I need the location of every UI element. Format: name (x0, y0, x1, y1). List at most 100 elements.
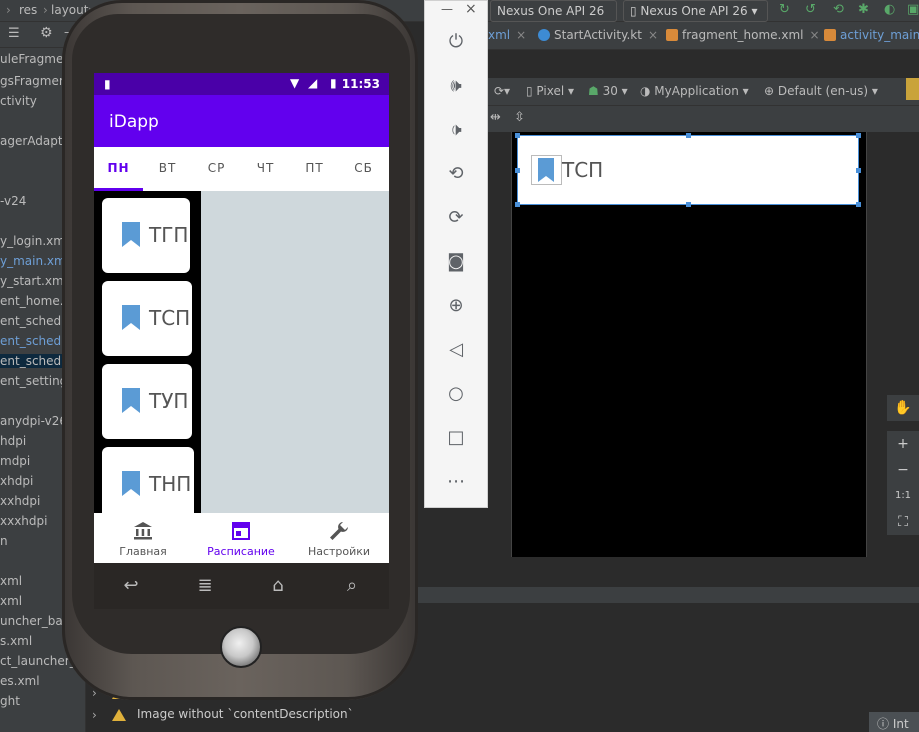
theme-dropdown[interactable]: ◑ MyApplication ▾ (640, 84, 749, 98)
project-tree-item[interactable]: xhdpi (0, 474, 33, 488)
zoom-out-icon[interactable]: − (887, 457, 919, 483)
project-tree-item[interactable]: mdpi (0, 454, 30, 468)
attach-debugger-icon[interactable]: ▣ (907, 2, 919, 17)
rotate-left-icon[interactable]: ⟲ (443, 161, 469, 187)
minimize-icon[interactable]: — (441, 2, 453, 16)
project-tree-item[interactable]: xxhdpi (0, 494, 40, 508)
close-icon[interactable]: × (648, 28, 658, 42)
power-icon[interactable]: ⏻ (443, 29, 469, 55)
project-tree-item[interactable]: xxxhdpi (0, 514, 47, 528)
api-dropdown[interactable]: ☗ 30 ▾ (588, 84, 628, 98)
tab-fragment-home[interactable]: fragment_home.xml × (666, 28, 820, 42)
project-tree-item[interactable]: n (0, 534, 8, 548)
nav-home[interactable]: Главная (94, 513, 192, 563)
rotate-right-icon[interactable]: ⟳ (443, 205, 469, 231)
api-label: 30 (602, 84, 618, 98)
project-tree-item[interactable]: ctivity (0, 94, 37, 108)
zoom-actual-icon[interactable]: 1:1 (887, 483, 919, 509)
project-tree-item[interactable]: hdpi (0, 434, 26, 448)
search-icon[interactable]: ⌕ (337, 575, 367, 596)
design-toolbar: ⟳▾ ▯ Pixel ▾ ☗ 30 ▾ ◑ MyApplication ▾ ⊕ … (488, 78, 919, 106)
menu-icon[interactable]: ≣ (190, 575, 220, 596)
tab-xml[interactable]: xml × (488, 28, 526, 42)
back-icon[interactable]: ↩ (116, 575, 146, 596)
pan-horizontal-icon[interactable]: ⇹ (490, 110, 501, 125)
back-icon[interactable]: ◁ (443, 337, 469, 363)
resize-handle[interactable] (856, 202, 861, 207)
collapse-all-icon[interactable]: ☰ (8, 26, 20, 41)
project-tree-item[interactable]: y_main.xml (0, 254, 69, 268)
device-dropdown[interactable]: ▯ Pixel ▾ (526, 84, 574, 98)
resize-handle[interactable] (686, 202, 691, 207)
project-tree-item[interactable]: xml (0, 594, 22, 608)
project-tree-item[interactable]: uleFragmen (0, 52, 71, 66)
resize-handle[interactable] (515, 202, 520, 207)
tab-sat[interactable]: СБ (339, 161, 388, 175)
resize-handle[interactable] (515, 133, 520, 138)
pan-hand-icon[interactable]: ✋ (887, 395, 919, 421)
project-tree-item[interactable]: -v24 (0, 194, 26, 208)
chevron-right-icon[interactable]: › (92, 708, 97, 722)
locale-dropdown[interactable]: ⊕ Default (en-us) ▾ (764, 84, 878, 98)
nav-settings[interactable]: Настройки (290, 513, 388, 563)
project-tree-item[interactable]: es.xml (0, 674, 40, 688)
profile-icon[interactable]: ◐ (884, 2, 895, 17)
tab-tue[interactable]: ВТ (143, 161, 192, 175)
zoom-fit-icon[interactable]: ⛶ (887, 509, 919, 535)
tab-start-activity[interactable]: StartActivity.kt × (538, 28, 658, 42)
schedule-card[interactable]: ТНП (102, 447, 194, 522)
pan-vertical-icon[interactable]: ⇳ (514, 110, 525, 125)
issue-item[interactable]: Image without `contentDescription` (137, 707, 354, 721)
hardware-home-button[interactable] (220, 626, 262, 668)
tab-activity-main[interactable]: activity_main.xm (824, 28, 919, 42)
warning-badge[interactable] (906, 78, 919, 100)
schedule-card[interactable]: ТСП (102, 281, 192, 356)
gear-icon[interactable]: ⚙ (40, 25, 53, 41)
warning-icon (112, 709, 126, 721)
project-tree-item[interactable]: s.xml (0, 634, 32, 648)
overview-icon[interactable]: □ (443, 425, 469, 451)
resize-handle[interactable] (856, 168, 861, 173)
tab-mon[interactable]: ПН (94, 161, 143, 175)
project-tree-item[interactable]: anydpi-v26 (0, 414, 67, 428)
bookmark-icon (122, 305, 140, 330)
volume-up-icon[interactable]: 🕪 (443, 73, 469, 99)
project-tree-item[interactable]: gsFragment (0, 74, 71, 88)
breadcrumb-res[interactable]: res (19, 3, 37, 17)
close-icon[interactable]: × (465, 1, 477, 17)
tab-wed[interactable]: СР (192, 161, 241, 175)
resize-handle[interactable] (856, 133, 861, 138)
close-icon[interactable]: × (809, 28, 819, 42)
project-tree-item[interactable]: y_login.xml (0, 234, 68, 248)
preview-image-view[interactable] (531, 155, 562, 185)
project-tree-item[interactable]: y_start.xml (0, 274, 67, 288)
apply-changes-icon[interactable]: ↻ (779, 2, 790, 17)
zoom-icon[interactable]: ⊕ (443, 293, 469, 319)
android-debug-icon[interactable]: ✱ (858, 2, 869, 17)
sync-icon[interactable]: ⟲ (833, 2, 844, 17)
close-icon[interactable]: × (516, 28, 526, 42)
emulator-controls: — × ⏻ 🕪 🕩 ⟲ ⟳ ◙ ⊕ ◁ ○ □ ⋯ (424, 0, 488, 508)
schedule-card[interactable]: ТУП (102, 364, 192, 439)
info-button[interactable]: ⓘ Int (869, 712, 919, 732)
ide-window: › res › layout › Nexus One API 26 ▯ Nexu… (0, 0, 919, 732)
project-tree-item[interactable]: xml (0, 574, 22, 588)
nav-schedule[interactable]: Расписание (192, 513, 290, 563)
device-selector-2[interactable]: ▯ Nexus One API 26 ▾ (623, 0, 768, 22)
home-icon[interactable]: ⌂ (263, 575, 293, 596)
tab-thu[interactable]: ЧТ (241, 161, 290, 175)
project-tree-item[interactable]: ent_home.x (0, 294, 71, 308)
resize-handle[interactable] (515, 168, 520, 173)
home-icon[interactable]: ○ (443, 381, 469, 407)
project-tree-item[interactable]: ght (0, 694, 20, 708)
orientation-icon[interactable]: ⟳▾ (494, 84, 510, 98)
device-selector[interactable]: Nexus One API 26 (490, 0, 617, 22)
apply-code-changes-icon[interactable]: ↺ (805, 2, 816, 17)
more-icon[interactable]: ⋯ (443, 469, 469, 495)
camera-icon[interactable]: ◙ (443, 249, 469, 275)
tab-fri[interactable]: ПТ (290, 161, 339, 175)
resize-handle[interactable] (686, 133, 691, 138)
volume-down-icon[interactable]: 🕩 (443, 117, 469, 143)
schedule-card[interactable]: ТГП (102, 198, 190, 273)
zoom-in-icon[interactable]: + (887, 431, 919, 457)
